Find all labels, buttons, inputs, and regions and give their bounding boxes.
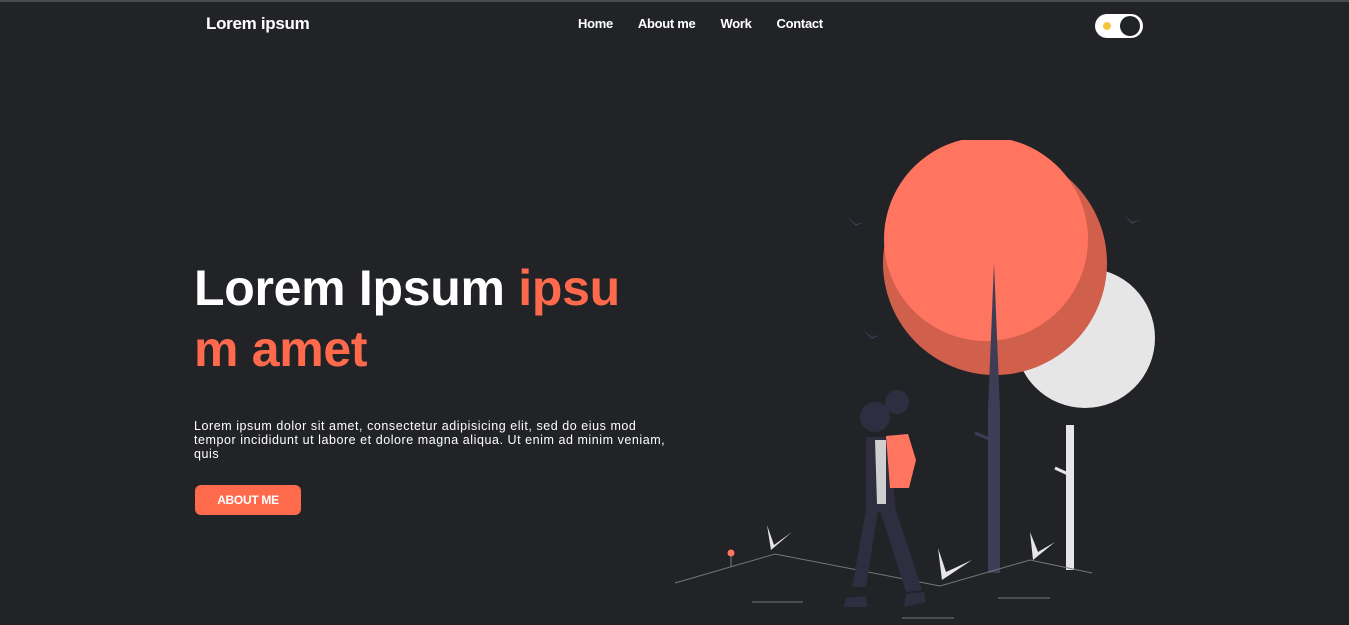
toggle-knob (1120, 16, 1140, 36)
hiker-left-shoe (844, 596, 867, 607)
plant-1 (767, 525, 792, 550)
hiker-head (860, 402, 890, 432)
window-top-border (0, 0, 1349, 2)
bird-2 (1123, 214, 1141, 224)
hiker-backpack (886, 434, 916, 488)
nav-item-contact[interactable]: Contact (777, 16, 824, 31)
nav-item-about-me[interactable]: About me (638, 16, 696, 31)
hiker-right-shoe (904, 592, 926, 607)
ground-line (674, 553, 1093, 587)
hiker-hair-bun (885, 390, 909, 414)
hiker-left-leg (852, 510, 878, 587)
theme-toggle[interactable] (1095, 14, 1143, 38)
orange-tree-crown (884, 140, 1088, 341)
main-nav: Home About me Work Contact (578, 16, 823, 31)
flower (727, 549, 735, 557)
about-me-button[interactable]: ABOUT ME (195, 485, 301, 515)
hero-description: Lorem ipsum dolor sit amet, consectetur … (194, 419, 666, 461)
nav-item-home[interactable]: Home (578, 16, 613, 31)
bird-3 (862, 329, 880, 339)
brand-logo[interactable]: Lorem ipsum (206, 14, 310, 34)
grey-tree-trunk (1066, 425, 1074, 570)
hiker-illustration (674, 140, 1155, 619)
plant-3 (1030, 532, 1055, 560)
bird-1 (846, 216, 864, 226)
hiker-right-leg (880, 510, 922, 592)
hero-title-main: Lorem Ipsum (194, 260, 505, 316)
nav-item-work[interactable]: Work (720, 16, 751, 31)
plant-2 (938, 548, 972, 580)
hero-title: Lorem Ipsum ipsum amet (194, 258, 654, 380)
sun-icon (1103, 22, 1111, 30)
